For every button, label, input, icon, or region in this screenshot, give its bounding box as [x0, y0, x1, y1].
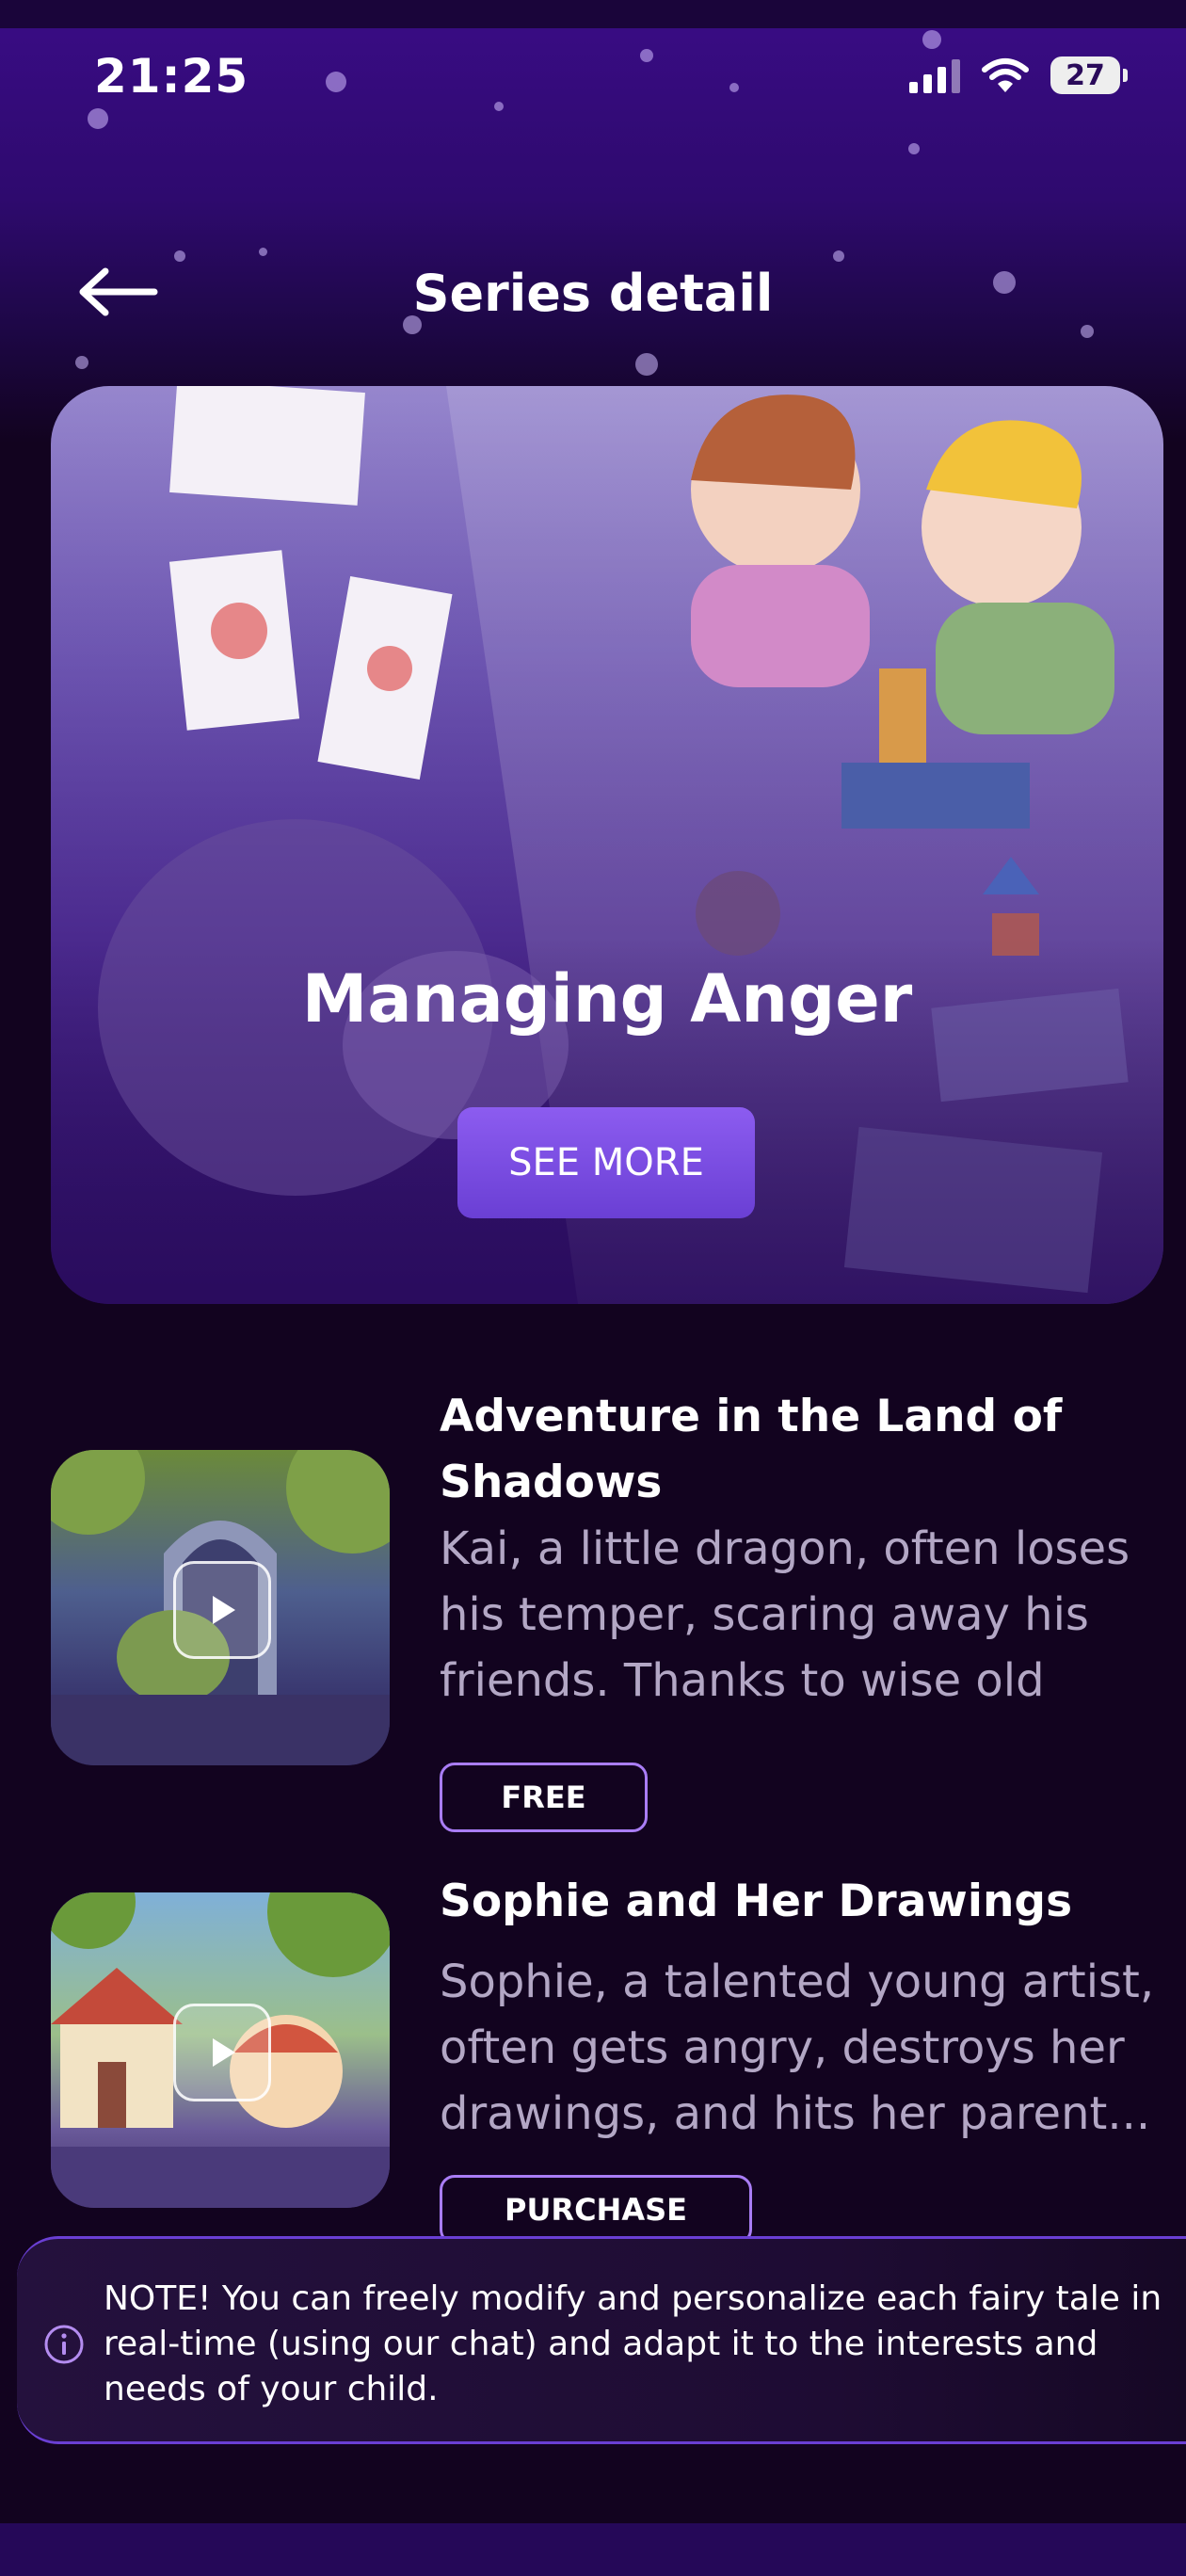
see-more-button[interactable]: SEE MORE [457, 1107, 755, 1218]
note-banner: NOTE! You can freely modify and personal… [17, 2236, 1186, 2444]
bottom-bar [0, 2523, 1186, 2576]
status-icons: 27 [909, 56, 1128, 94]
clock: 21:25 [94, 49, 249, 104]
status-bar: 21:25 27 [0, 38, 1186, 122]
note-text: NOTE! You can freely modify and personal… [104, 2279, 1162, 2408]
story-title: Sophie and Her Drawings [440, 1876, 1073, 1927]
page-title: Series detail [412, 264, 774, 323]
play-button[interactable] [173, 2004, 271, 2101]
story-item[interactable]: Sophie and Her Drawings Sophie, a talent… [0, 1869, 1186, 2245]
info-icon [44, 2325, 84, 2364]
play-icon [213, 1596, 235, 1624]
story-description: Sophie, a talented young artist, often g… [440, 1956, 1155, 2140]
series-title: Managing Anger [301, 960, 913, 1038]
top-strip [0, 0, 1186, 28]
star-decoration [635, 353, 658, 376]
star-decoration [1081, 325, 1094, 338]
star-decoration [908, 143, 920, 154]
star-decoration [833, 250, 844, 262]
purchase-badge[interactable]: PURCHASE [440, 2175, 752, 2245]
story-description: Kai, a little dragon, often loses his te… [440, 1522, 1130, 1707]
battery-icon: 27 [1050, 56, 1128, 94]
play-button[interactable] [173, 1561, 271, 1659]
story-title: Adventure in the Land of Shadows [440, 1391, 1063, 1508]
wifi-icon [982, 58, 1029, 92]
cellular-signal-icon [909, 57, 960, 93]
story-item[interactable]: Adventure in the Land of Shadows Kai, a … [0, 1384, 1186, 1836]
story-thumbnail[interactable] [51, 1450, 390, 1765]
star-decoration [174, 250, 185, 262]
free-badge[interactable]: FREE [440, 1763, 648, 1832]
play-icon [213, 2038, 235, 2067]
story-thumbnail[interactable] [51, 1892, 390, 2208]
star-decoration [75, 356, 88, 369]
star-decoration [259, 248, 267, 256]
series-hero-card: Managing Anger SEE MORE [51, 386, 1163, 1304]
